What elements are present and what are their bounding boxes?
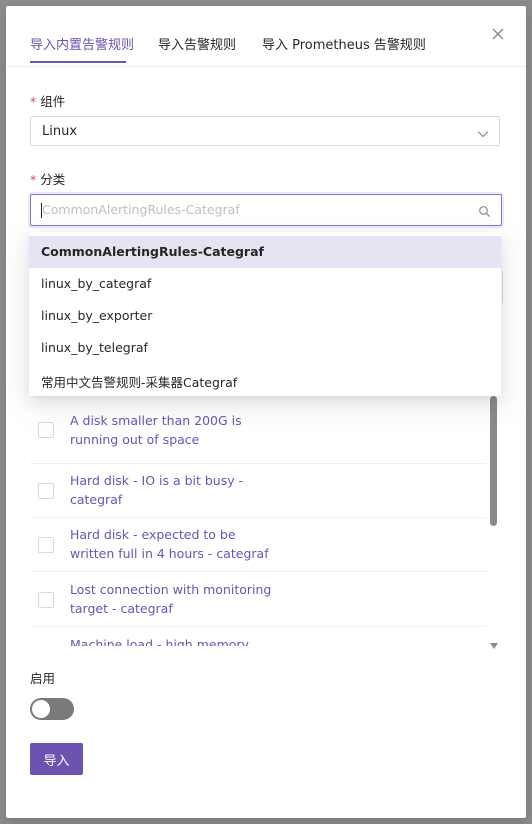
component-select[interactable]: Linux [30,116,500,146]
switch-knob [32,700,50,718]
enable-switch[interactable] [30,698,74,720]
rule-name[interactable]: Lost connection with monitoring target -… [70,580,280,618]
search-icon [478,203,491,222]
import-alert-rules-modal: 导入内置告警规则 导入告警规则 导入 Prometheus 告警规则 * 组件 L… [6,6,526,818]
category-search-input[interactable]: CommonAlertingRules-Categraf [30,194,502,226]
component-value: Linux [42,124,78,139]
category-option[interactable]: linux_by_telegraf [29,332,501,364]
category-dropdown: CommonAlertingRules-Categraf linux_by_ca… [29,232,501,396]
tab-import-prometheus[interactable]: 导入 Prometheus 告警规则 [262,34,426,53]
list-scrollbar-thumb[interactable] [490,396,497,526]
category-option[interactable]: linux_by_exporter [29,300,501,332]
category-option[interactable]: CommonAlertingRules-Categraf [29,236,501,268]
rule-checkbox[interactable] [38,592,54,608]
tab-bar: 导入内置告警规则 导入告警规则 导入 Prometheus 告警规则 [6,6,526,67]
rule-checkbox[interactable] [38,483,54,499]
category-option[interactable]: linux_by_categraf [29,268,501,300]
tab-builtin-rules[interactable]: 导入内置告警规则 [30,34,134,53]
chevron-down-icon [477,125,489,144]
text-caret [41,203,42,218]
import-button[interactable]: 导入 [30,743,83,775]
component-label: * 组件 [30,94,66,109]
tab-import-rules[interactable]: 导入告警规则 [158,34,236,53]
category-placeholder: CommonAlertingRules-Categraf [42,202,240,217]
caret-down-icon[interactable] [489,635,499,654]
rule-row[interactable]: Lost connection with monitoring target -… [30,571,486,627]
rule-name[interactable]: A disk smaller than 200G is running out … [70,411,280,449]
enable-label: 启用 [30,671,56,686]
rule-name[interactable]: Machine load - high memory, [70,635,330,646]
rule-row[interactable]: Hard disk - IO is a bit busy - categraf [30,463,486,518]
rule-row[interactable]: Machine load - high memory, [30,626,486,646]
rule-checkbox[interactable] [38,422,54,438]
rule-name[interactable]: Hard disk - IO is a bit busy - categraf [70,471,280,509]
rule-list: A disk smaller than 200G is running out … [30,396,488,646]
category-label: * 分类 [30,172,66,187]
category-option[interactable]: 常用中文告警规则-采集器Categraf [29,364,501,396]
rule-name[interactable]: Hard disk - expected to be written full … [70,525,280,563]
rule-row[interactable]: A disk smaller than 200G is running out … [30,396,486,464]
active-tab-indicator [30,61,126,63]
close-icon[interactable] [488,24,508,44]
rule-row[interactable]: Hard disk - expected to be written full … [30,517,486,572]
rule-checkbox[interactable] [38,537,54,553]
